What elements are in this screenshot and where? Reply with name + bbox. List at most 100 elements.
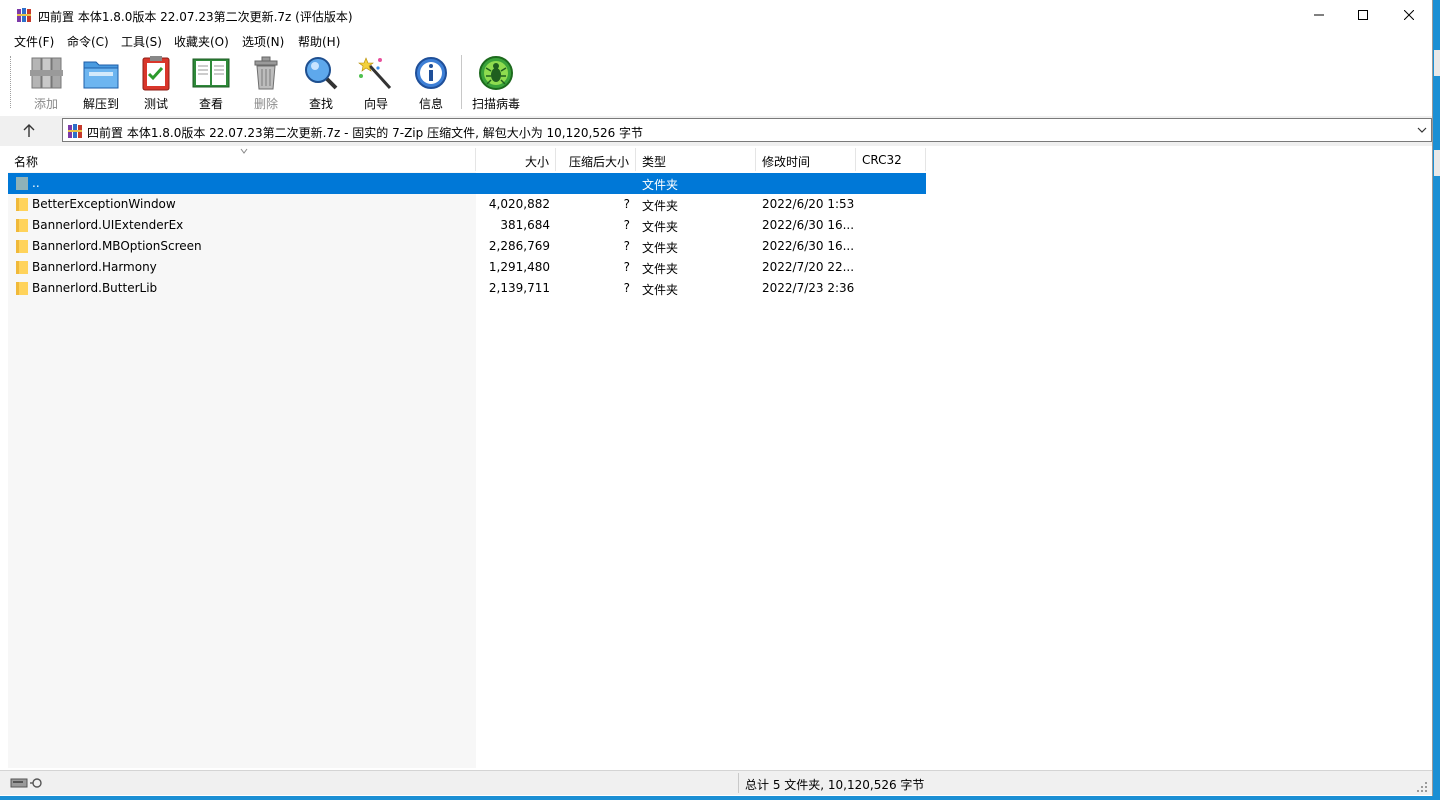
trash-icon [254, 56, 278, 90]
add-button[interactable]: 添加 [18, 54, 74, 111]
status-divider [738, 773, 739, 793]
status-summary: 总计 5 文件夹, 10,120,526 字节 [745, 778, 925, 792]
wizard-label: 向导 [363, 97, 388, 111]
add-label: 添加 [33, 97, 58, 111]
extract-to-button[interactable]: 解压到 [73, 54, 129, 111]
table-row[interactable]: Bannerlord.MBOptionScreen 2,286,769 ? 文件… [8, 236, 926, 257]
menu-commands[interactable]: 命令(C) [67, 33, 109, 50]
toolbar: 添加 解压到 测试 查看 删除 查找 向导 信息 扫描病毒 [0, 50, 1432, 116]
file-type: 文件夹 [642, 262, 679, 276]
scan-virus-button[interactable]: 扫描病毒 [468, 54, 524, 111]
file-modified: 2022/6/30 16... [762, 218, 855, 232]
file-type: 文件夹 [642, 199, 679, 213]
header-name-label: 名称 [14, 155, 39, 169]
parent-folder-row[interactable]: .. 文件夹 [8, 173, 926, 194]
menu-help[interactable]: 帮助(H) [298, 33, 340, 50]
winrar-window: 四前置 本体1.8.0版本 22.07.23第二次更新.7z (评估版本) 文件… [0, 0, 1433, 796]
header-size-label: 大小 [524, 155, 549, 169]
add-archive-icon [30, 57, 63, 89]
up-arrow-icon[interactable] [18, 122, 40, 140]
file-packed: ? [623, 239, 630, 253]
list-header: 名称 大小 压缩后大小 类型 修改时间 CRC32 [8, 148, 1432, 172]
folder-icon [16, 219, 28, 232]
file-modified: 2022/7/23 2:36 [762, 281, 855, 295]
file-name: Bannerlord.ButterLib [32, 281, 158, 295]
folder-icon [16, 240, 28, 253]
view-book-icon [192, 58, 230, 88]
delete-label: 删除 [253, 97, 278, 111]
file-packed: ? [623, 197, 630, 211]
extract-to-label: 解压到 [82, 97, 119, 111]
header-modified[interactable]: 修改时间 [756, 148, 856, 171]
toolbar-separator [461, 55, 462, 109]
table-row[interactable]: Bannerlord.Harmony 1,291,480 ? 文件夹 2022/… [8, 257, 926, 278]
table-row[interactable]: Bannerlord.UIExtenderEx 381,684 ? 文件夹 20… [8, 215, 926, 236]
window-title: 四前置 本体1.8.0版本 22.07.23第二次更新.7z (评估版本) [38, 10, 353, 24]
file-type: 文件夹 [642, 241, 679, 255]
file-modified: 2022/6/30 16... [762, 239, 855, 253]
maximize-icon [1358, 10, 1368, 20]
test-button[interactable]: 测试 [128, 54, 184, 111]
menu-bar: 文件(F) 命令(C) 工具(S) 收藏夹(O) 选项(N) 帮助(H) [0, 30, 1432, 50]
sort-down-icon [240, 148, 248, 154]
menu-favorites[interactable]: 收藏夹(O) [174, 33, 229, 50]
file-type: 文件夹 [642, 283, 679, 297]
find-label: 查找 [308, 97, 333, 111]
view-label: 查看 [198, 97, 223, 111]
toolbar-grip[interactable] [10, 56, 14, 108]
file-name: Bannerlord.Harmony [32, 260, 157, 274]
file-size: 4,020,882 [488, 197, 550, 211]
header-size[interactable]: 大小 [476, 148, 556, 171]
resize-grip-icon[interactable] [1416, 781, 1428, 793]
file-modified: 2022/6/20 1:53 [762, 197, 855, 211]
file-packed: ? [623, 260, 630, 274]
menu-tools[interactable]: 工具(S) [121, 33, 162, 50]
file-type: 文件夹 [642, 220, 679, 234]
menu-file[interactable]: 文件(F) [14, 33, 54, 50]
file-name: Bannerlord.MBOptionScreen [32, 239, 202, 253]
table-row[interactable]: BetterExceptionWindow 4,020,882 ? 文件夹 20… [8, 194, 926, 215]
file-size: 2,286,769 [488, 239, 550, 253]
wizard-button[interactable]: 向导 [348, 54, 404, 111]
title-bar[interactable]: 四前置 本体1.8.0版本 22.07.23第二次更新.7z (评估版本) [0, 0, 1432, 30]
info-label: 信息 [418, 97, 443, 111]
parent-name: .. [32, 176, 40, 190]
archive-path-combobox[interactable]: 四前置 本体1.8.0版本 22.07.23第二次更新.7z - 固实的 7-Z… [62, 118, 1432, 142]
file-name: BetterExceptionWindow [32, 197, 176, 211]
drive-key-icon[interactable] [10, 776, 50, 790]
header-crc[interactable]: CRC32 [856, 148, 926, 171]
table-row[interactable]: Bannerlord.ButterLib 2,139,711 ? 文件夹 202… [8, 278, 926, 299]
header-type[interactable]: 类型 [636, 148, 756, 171]
folder-icon [16, 198, 28, 211]
close-button[interactable] [1386, 0, 1432, 30]
file-packed: ? [623, 281, 630, 295]
header-packed-label: 压缩后大小 [568, 155, 629, 169]
magnifier-icon [305, 57, 338, 90]
minimize-button[interactable] [1296, 0, 1342, 30]
chevron-down-icon[interactable] [1417, 125, 1427, 135]
info-button[interactable]: 信息 [403, 54, 459, 111]
file-size: 1,291,480 [488, 260, 550, 274]
test-clipboard-icon [142, 56, 170, 91]
folder-icon [16, 282, 28, 295]
menu-options[interactable]: 选项(N) [242, 33, 284, 50]
file-size: 381,684 [500, 218, 550, 232]
parent-type: 文件夹 [642, 178, 679, 192]
winrar-app-icon[interactable] [16, 7, 32, 23]
virus-scan-bug-icon [479, 56, 513, 90]
magic-wand-icon [358, 57, 392, 90]
minimize-icon [1314, 14, 1324, 16]
find-button[interactable]: 查找 [293, 54, 349, 111]
desktop-icon-edge [1434, 50, 1440, 176]
header-packed[interactable]: 压缩后大小 [556, 148, 636, 171]
extract-folder-icon [83, 61, 119, 89]
archive-path-text: 四前置 本体1.8.0版本 22.07.23第二次更新.7z - 固实的 7-Z… [87, 126, 644, 140]
header-modified-label: 修改时间 [762, 155, 811, 169]
address-bar: 四前置 本体1.8.0版本 22.07.23第二次更新.7z - 固实的 7-Z… [0, 116, 1432, 146]
maximize-button[interactable] [1340, 0, 1386, 30]
file-list[interactable]: 名称 大小 压缩后大小 类型 修改时间 CRC32 .. 文件夹 BetterE… [8, 148, 1432, 768]
view-button[interactable]: 查看 [183, 54, 239, 111]
header-name[interactable]: 名称 [8, 148, 476, 171]
delete-button[interactable]: 删除 [238, 54, 294, 111]
file-modified: 2022/7/20 22... [762, 260, 855, 274]
